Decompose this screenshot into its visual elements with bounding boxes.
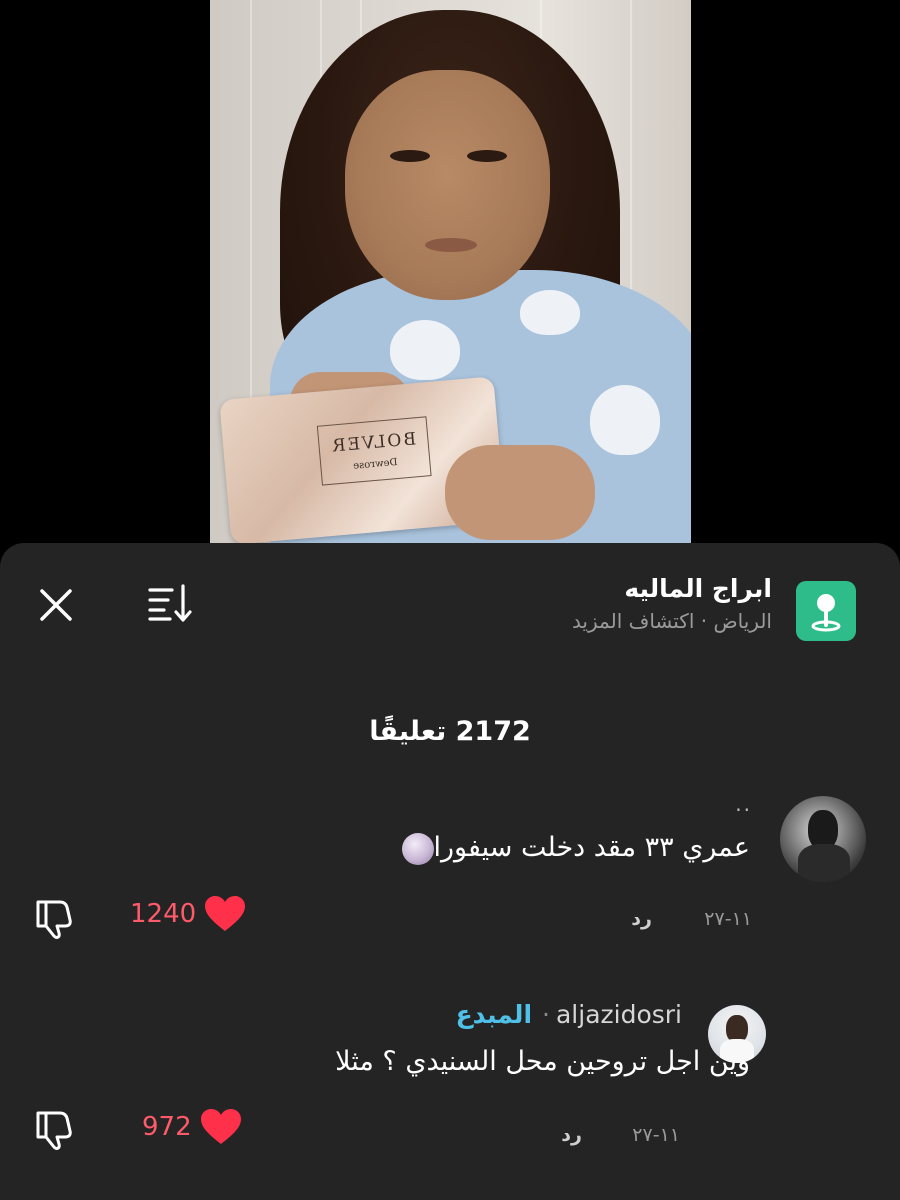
card-label: BOLVER Dewrose [316,416,432,486]
shirt-heart-print [520,290,580,335]
eye [390,150,430,162]
place-info[interactable]: ابراج الماليه الرياض · اكتشاف المزيد [252,574,772,633]
comment-author[interactable]: aljazidosri· المبدع [456,1000,682,1029]
like-button[interactable]: 1240 [130,895,246,933]
moon-face-emoji [401,832,434,865]
dislike-button[interactable] [32,896,76,940]
sort-icon [148,584,192,622]
sort-button[interactable] [146,582,194,624]
card-brand: BOLVER [330,428,417,457]
comment-text: عمري ٣٣ مقد دخلت سيفورا [150,832,750,865]
video-frame: BOLVER Dewrose [210,0,691,545]
comment-username: aljazidosri [555,1000,682,1029]
comments-count: 2172 تعليقًا [369,716,531,747]
person-face [345,70,550,300]
dislike-button[interactable] [32,1107,76,1151]
heart-icon [200,1109,241,1144]
location-pin-icon [811,594,841,632]
heart-icon [205,896,246,931]
comment-date: ١١-٢٧ [632,1124,680,1146]
reply-button[interactable]: رد [561,1124,582,1146]
video-player[interactable]: BOLVER Dewrose [0,0,900,560]
like-button[interactable]: 972 [142,1108,242,1146]
close-button[interactable] [36,585,76,625]
dislike-icon [36,1111,72,1150]
shirt-heart-print [390,320,460,380]
place-name: ابراج الماليه [624,574,772,603]
eye [467,150,507,162]
comment-date: ١١-٢٧ [704,908,752,930]
like-count: 1240 [130,899,197,929]
mouth [425,238,477,252]
shirt-heart-print [590,385,660,455]
separator-dot: · [542,1000,550,1029]
close-icon [40,589,72,621]
hand [445,445,595,540]
comment-username[interactable]: .. [735,792,752,816]
comment-text: وين اجل تروحين محل السنيدي ؟ مثلا [335,1046,750,1077]
like-count: 972 [142,1112,192,1142]
dislike-icon [36,900,72,939]
card-sub: Dewrose [352,456,398,472]
place-subtitle: الرياض · اكتشاف المزيد [571,609,772,633]
avatar-figure [798,844,850,882]
reply-button[interactable]: رد [631,908,652,930]
avatar[interactable] [780,796,866,882]
comments-sheet [0,543,900,1200]
comment-body: عمري ٣٣ مقد دخلت سيفورا [433,832,750,863]
location-pin-button[interactable] [796,581,856,641]
creator-badge: المبدع [455,1000,533,1029]
